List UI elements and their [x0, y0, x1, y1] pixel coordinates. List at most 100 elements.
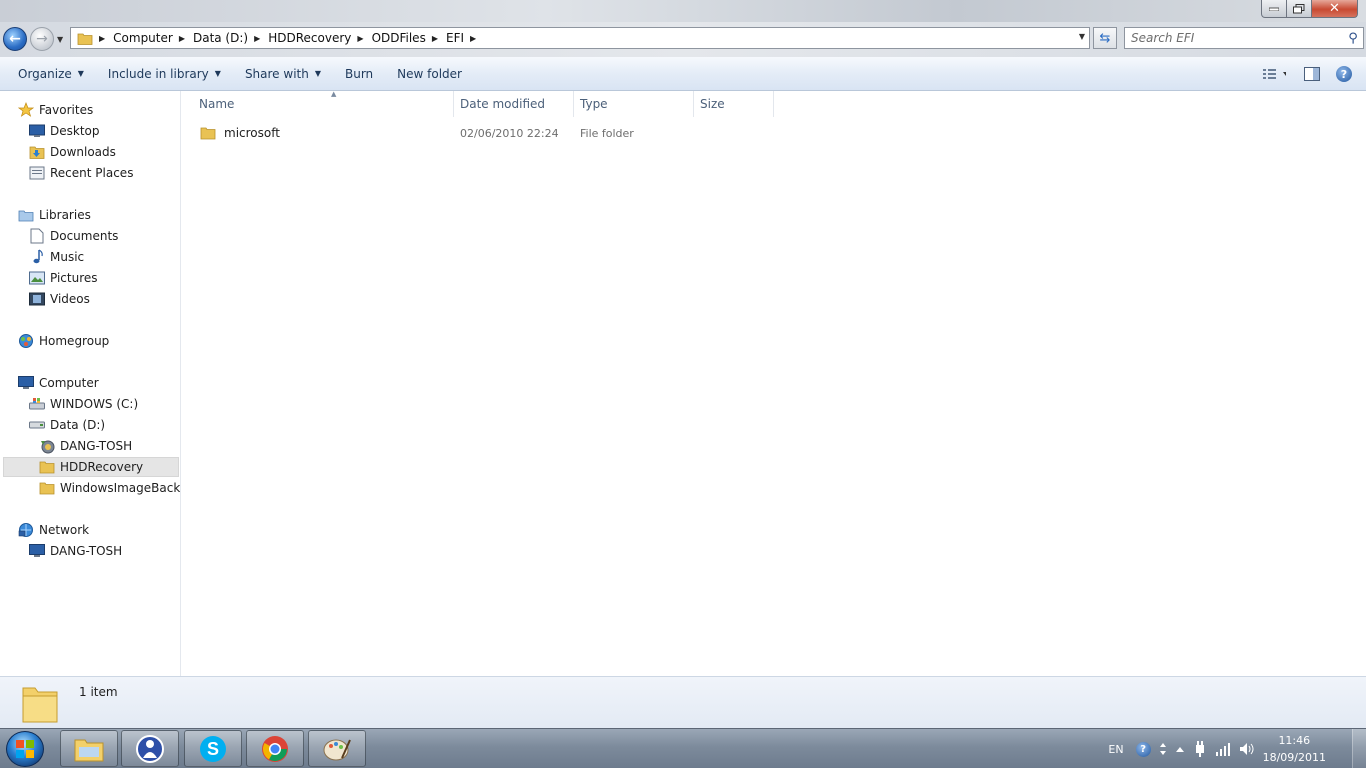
- folder-icon: [39, 459, 55, 475]
- nav-homegroup-label: Homegroup: [39, 334, 110, 348]
- help-tray-icon[interactable]: ?: [1135, 741, 1151, 757]
- chrome-icon: [262, 735, 288, 762]
- taskbar-chrome-button[interactable]: [246, 730, 304, 767]
- nav-favorites[interactable]: Favorites: [18, 100, 93, 120]
- homegroup-icon: [18, 333, 34, 349]
- nav-pictures-label: Pictures: [50, 271, 98, 285]
- nav-drive-c[interactable]: WINDOWS (C:): [29, 394, 138, 414]
- chevron-right-icon[interactable]: ▶: [432, 34, 446, 43]
- taskbar-explorer-button[interactable]: [60, 730, 118, 767]
- messenger-icon: [136, 734, 164, 763]
- close-button[interactable]: ✕: [1312, 0, 1358, 18]
- nav-recent-places[interactable]: Recent Places: [29, 163, 133, 183]
- language-indicator[interactable]: EN: [1108, 743, 1123, 756]
- file-name-cell: microsoft: [200, 123, 280, 143]
- music-icon: [29, 249, 45, 265]
- start-button[interactable]: [6, 731, 44, 767]
- minimize-button[interactable]: [1261, 0, 1287, 18]
- tray-arrows-icon[interactable]: [1159, 742, 1167, 756]
- chevron-right-icon[interactable]: ▶: [357, 34, 371, 43]
- include-in-library-button[interactable]: Include in library ▼: [96, 57, 233, 90]
- column-size-label: Size: [700, 97, 725, 111]
- search-input[interactable]: [1125, 31, 1343, 45]
- network-signal-icon[interactable]: [1215, 742, 1231, 756]
- show-desktop-button[interactable]: [1352, 729, 1366, 768]
- breadcrumb-item[interactable]: EFI: [446, 31, 470, 45]
- drive-icon: [29, 417, 45, 433]
- restore-icon: [1293, 3, 1305, 13]
- nav-music[interactable]: Music: [29, 247, 84, 267]
- nav-computer[interactable]: Computer: [18, 373, 99, 393]
- column-header-type[interactable]: Type: [574, 91, 694, 117]
- table-row[interactable]: microsoft 02/06/2010 22:24 File folder: [196, 123, 796, 143]
- nav-windowsimagebackup[interactable]: WindowsImageBackup: [39, 478, 180, 498]
- address-history-dropdown[interactable]: ▼: [1079, 32, 1085, 41]
- recent-places-icon: [29, 165, 45, 181]
- nav-dang-tosh-folder[interactable]: DANG-TOSH: [39, 436, 132, 456]
- address-bar[interactable]: ▶ Computer ▶ Data (D:) ▶ HDDRecovery ▶ O…: [70, 27, 1090, 49]
- type-cell: File folder: [580, 126, 634, 140]
- file-name: microsoft: [224, 126, 280, 140]
- breadcrumb-item[interactable]: HDDRecovery: [268, 31, 357, 45]
- date-modified-cell: 02/06/2010 22:24: [460, 126, 559, 140]
- column-header-size[interactable]: Size: [694, 91, 774, 117]
- breadcrumb-item[interactable]: ODDFiles: [372, 31, 432, 45]
- nav-desktop[interactable]: Desktop: [29, 121, 100, 141]
- taskbar-paint-button[interactable]: [308, 730, 366, 767]
- windows-logo-icon: [16, 740, 34, 758]
- search-icon[interactable]: ⚲: [1343, 31, 1363, 46]
- windows-drive-icon: [29, 396, 45, 412]
- nav-desktop-label: Desktop: [50, 124, 100, 138]
- refresh-button[interactable]: ⇆: [1093, 27, 1117, 49]
- breadcrumb-item[interactable]: Computer: [113, 31, 179, 45]
- window-controls: ✕: [1261, 0, 1358, 18]
- volume-icon[interactable]: [1239, 742, 1255, 756]
- back-button[interactable]: ←: [3, 27, 27, 51]
- taskbar-skype-button[interactable]: S: [184, 730, 242, 767]
- chevron-right-icon[interactable]: ▶: [254, 34, 268, 43]
- help-button[interactable]: ?: [1332, 64, 1356, 84]
- organize-button[interactable]: Organize ▼: [0, 57, 96, 90]
- nav-hddrecovery-label: HDDRecovery: [60, 460, 144, 474]
- preview-pane-button[interactable]: [1300, 64, 1324, 84]
- nav-documents-label: Documents: [50, 229, 119, 243]
- show-hidden-icons-icon[interactable]: [1175, 745, 1185, 753]
- nav-drive-d[interactable]: Data (D:): [29, 415, 105, 435]
- recent-pages-dropdown[interactable]: ▼: [57, 35, 63, 44]
- nav-downloads[interactable]: Downloads: [29, 142, 116, 162]
- nav-documents[interactable]: Documents: [29, 226, 118, 246]
- chevron-down-icon: ▼: [77, 69, 84, 78]
- column-header-date[interactable]: Date modified: [454, 91, 574, 117]
- nav-network[interactable]: Network: [18, 520, 89, 540]
- chevron-right-icon[interactable]: ▶: [99, 34, 113, 43]
- nav-libraries[interactable]: Libraries: [18, 205, 91, 225]
- nav-videos[interactable]: Videos: [29, 289, 90, 309]
- share-with-button[interactable]: Share with ▼: [233, 57, 333, 90]
- taskbar-user-button[interactable]: [121, 730, 179, 767]
- new-folder-button[interactable]: New folder: [385, 57, 474, 90]
- column-header-name[interactable]: Name ▲: [193, 90, 454, 117]
- nav-network-dang-tosh-label: DANG-TOSH: [50, 544, 123, 558]
- chevron-right-icon[interactable]: ▶: [470, 34, 484, 43]
- chevron-right-icon[interactable]: ▶: [179, 34, 193, 43]
- column-date-label: Date modified: [460, 97, 546, 111]
- forward-button[interactable]: →: [30, 27, 54, 51]
- power-plug-icon[interactable]: [1193, 741, 1207, 757]
- folder-icon: [77, 33, 93, 45]
- clock-date: 18/09/2011: [1262, 751, 1326, 764]
- nav-hddrecovery[interactable]: HDDRecovery: [3, 457, 179, 477]
- nav-homegroup[interactable]: Homegroup: [18, 331, 109, 351]
- clock[interactable]: 11:46 18/09/2011: [1263, 732, 1326, 766]
- preview-pane-icon: [1304, 67, 1320, 81]
- computer-icon: [18, 375, 34, 391]
- chevron-down-icon: ▼: [214, 69, 221, 78]
- nav-network-dang-tosh[interactable]: DANG-TOSH: [29, 541, 122, 561]
- breadcrumb-item[interactable]: Data (D:): [193, 31, 254, 45]
- column-type-label: Type: [580, 97, 608, 111]
- nav-pictures[interactable]: Pictures: [29, 268, 98, 288]
- maximize-button[interactable]: [1287, 0, 1312, 18]
- burn-button[interactable]: Burn: [333, 57, 385, 90]
- change-view-button[interactable]: [1262, 64, 1286, 84]
- folder-icon: [39, 480, 55, 496]
- view-details-icon: [1263, 69, 1286, 79]
